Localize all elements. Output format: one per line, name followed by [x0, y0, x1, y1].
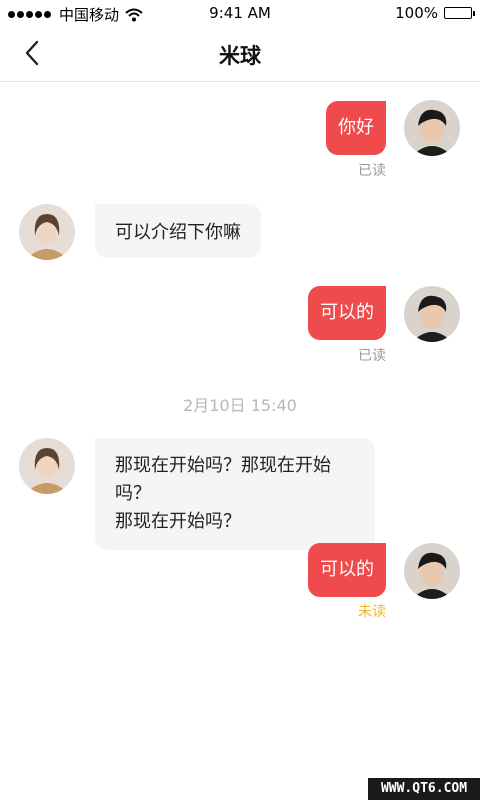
read-status: 已读: [358, 163, 386, 179]
status-bar: 中国移动 9:41 AM 100%: [0, 0, 480, 26]
avatar-self[interactable]: [404, 543, 460, 599]
status-right: 100%: [395, 4, 475, 22]
page-title: 米球: [219, 44, 261, 68]
nav-bar: 米球: [0, 26, 480, 82]
time-divider: 2月10日 15:40: [183, 396, 297, 415]
unread-status: 未读: [358, 604, 386, 620]
read-status: 已读: [358, 348, 386, 364]
message-line: 那现在开始吗？: [115, 511, 241, 532]
chat-screen: 中国移动 9:41 AM 100% 米球 你好 已读 可以介绍下你嘛 可以的 已…: [0, 0, 480, 800]
outgoing-message-bubble[interactable]: 可以的: [308, 543, 386, 597]
outgoing-message-bubble[interactable]: 你好: [326, 101, 386, 155]
message-line: 那现在开始吗？那现在开始吗？: [115, 455, 331, 504]
battery-percent: 100%: [395, 4, 438, 22]
avatar-contact[interactable]: [19, 438, 75, 494]
avatar-self[interactable]: [404, 286, 460, 342]
watermark: WWW.QT6.COM: [368, 778, 480, 800]
incoming-message-bubble[interactable]: 可以介绍下你嘛: [95, 204, 261, 258]
outgoing-message-bubble[interactable]: 可以的: [308, 286, 386, 340]
incoming-message-bubble[interactable]: 那现在开始吗？那现在开始吗？ 那现在开始吗？: [95, 438, 375, 550]
avatar-self[interactable]: [404, 100, 460, 156]
chat-area[interactable]: 你好 已读 可以介绍下你嘛 可以的 已读 2月10日 15:40 那现在开始吗？…: [0, 82, 480, 800]
battery-icon: [444, 7, 475, 19]
avatar-contact[interactable]: [19, 204, 75, 260]
